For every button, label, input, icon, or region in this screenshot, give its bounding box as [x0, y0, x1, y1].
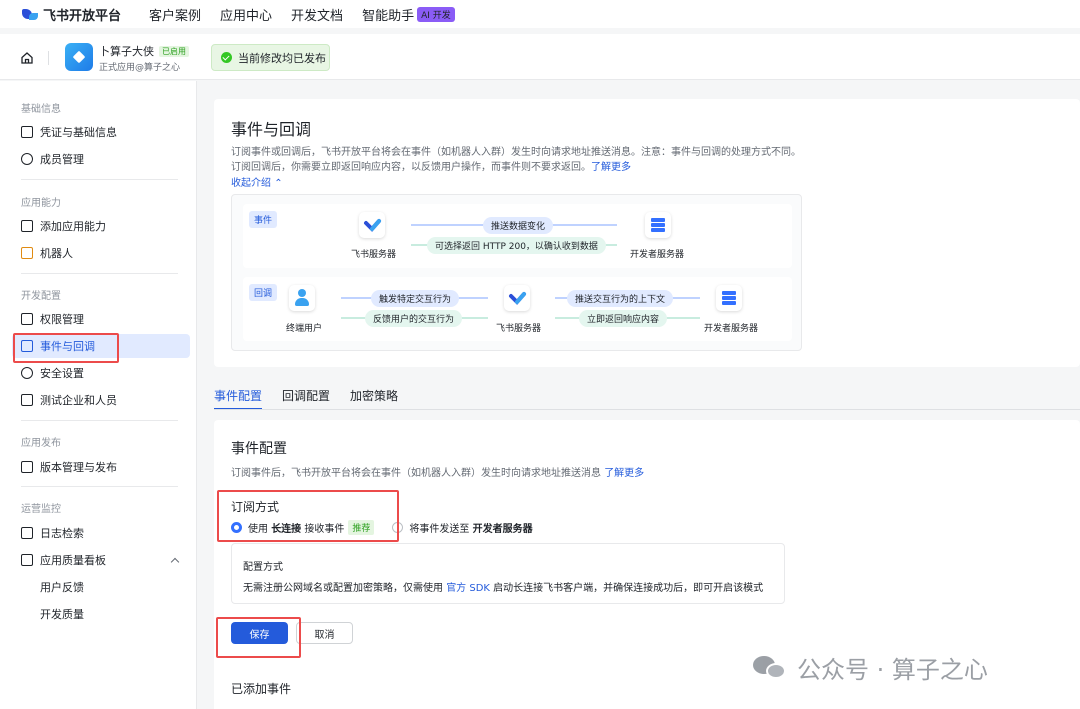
tab-encryption[interactable]: 加密策略: [350, 378, 398, 410]
http-200-label: 可选择返回 HTTP 200，以确认收到数据: [427, 237, 606, 254]
sidebar-item-permissions[interactable]: 权限管理: [12, 307, 190, 331]
user-icon: [21, 153, 33, 165]
divider: [48, 51, 49, 65]
app-icon: [65, 43, 93, 71]
ai-badge: AI 开发: [417, 6, 455, 22]
group-title-release: 应用发布: [21, 438, 61, 449]
sidebar-item-add-capability[interactable]: 添加应用能力: [12, 214, 190, 238]
tabs-divider: [214, 409, 1080, 410]
home-icon[interactable]: [20, 51, 34, 65]
platform-logo[interactable]: 飞书开放平台: [22, 5, 121, 24]
grid-icon: [21, 220, 33, 232]
sidebar-item-security[interactable]: 安全设置: [12, 361, 190, 385]
sidebar-item-members[interactable]: 成员管理: [12, 147, 190, 171]
learn-more-link[interactable]: 了解更多: [604, 468, 644, 479]
sidebar-item-credentials[interactable]: 凭证与基础信息: [12, 120, 190, 144]
status-badge: 已启用: [159, 46, 189, 57]
dev-server-label: 开发者服务器: [704, 324, 759, 334]
event-lane: 事件 飞书服务器 推送数据变化 可选择返回 HTTP 200，以确认收到数据 开…: [243, 204, 792, 268]
cancel-button[interactable]: 取消: [296, 622, 353, 644]
group-title-dev-config: 开发配置: [21, 291, 61, 302]
bar-chart-icon: [21, 554, 33, 566]
app-name: 卜算子大侠 已启用: [99, 43, 189, 59]
sidebar-item-dev-quality[interactable]: 开发质量: [12, 602, 190, 626]
config-tabs: 事件配置 回调配置 加密策略: [214, 378, 398, 410]
added-events-title: 已添加事件: [231, 682, 292, 696]
trigger-label: 触发特定交互行为: [371, 290, 460, 307]
code-icon: [21, 394, 33, 406]
learn-more-link[interactable]: 了解更多: [591, 162, 631, 173]
lark-server-icon: [359, 212, 385, 238]
divider: [21, 273, 178, 274]
wechat-icon: [753, 654, 789, 682]
flow-diagram: 事件 飞书服务器 推送数据变化 可选择返回 HTTP 200，以确认收到数据 开…: [231, 194, 802, 351]
group-title-monitoring: 运营监控: [21, 504, 61, 515]
sidebar-item-versions[interactable]: 版本管理与发布: [12, 455, 190, 479]
group-title-capabilities: 应用能力: [21, 198, 61, 209]
sidebar-item-bot[interactable]: 机器人: [12, 241, 190, 265]
feedback-label: 反馈用户的交互行为: [365, 310, 463, 327]
intro-desc: 订阅事件或回调后，飞书开放平台将会在事件（如机器人入群）发生时向请求地址推送消息…: [231, 147, 801, 158]
publish-status: 当前修改均已发布: [211, 44, 330, 71]
group-title-basic: 基础信息: [21, 104, 61, 115]
event-tag: 事件: [249, 211, 278, 228]
section-desc: 订阅事件后，飞书开放平台将会在事件（如机器人入群）发生时向请求地址推送消息 了解…: [231, 468, 645, 479]
highlight-box: [216, 617, 301, 658]
app-subtitle: 正式应用@算子之心: [99, 63, 181, 73]
upload-icon: [21, 461, 33, 473]
config-mode-text: 无需注册公网域名或配置加密策略，仅需使用 官方 SDK 启动长连接飞书客户端，并…: [243, 583, 764, 594]
id-card-icon: [21, 126, 33, 138]
push-context-label: 推送交互行为的上下文: [567, 290, 674, 307]
sidebar: 基础信息 凭证与基础信息 成员管理 应用能力 添加应用能力 机器人 开发配置 权…: [0, 81, 197, 709]
section-title: 事件配置: [231, 441, 287, 457]
check-circle-icon: [221, 52, 232, 63]
app-header: 卜算子大侠 已启用 正式应用@算子之心 当前修改均已发布: [0, 34, 1080, 80]
divider: [21, 179, 178, 180]
official-sdk-link[interactable]: 官方 SDK: [446, 583, 490, 594]
robot-icon: [21, 247, 33, 259]
sidebar-item-quality-board[interactable]: 应用质量看板: [12, 548, 190, 572]
dev-server-label: 开发者服务器: [630, 250, 685, 260]
end-user-icon: [289, 285, 315, 311]
divider: [21, 420, 178, 421]
lark-server-label: 飞书服务器: [351, 250, 397, 260]
log-icon: [21, 527, 33, 539]
sidebar-item-user-feedback[interactable]: 用户反馈: [12, 575, 190, 599]
nav-customer-cases[interactable]: 客户案例: [149, 5, 201, 24]
config-mode-box: 配置方式 无需注册公网域名或配置加密策略，仅需使用 官方 SDK 启动长连接飞书…: [231, 543, 785, 604]
chevron-up-icon[interactable]: [170, 557, 180, 566]
lock-icon: [21, 313, 33, 325]
sidebar-item-log-search[interactable]: 日志检索: [12, 521, 190, 545]
chevron-up-icon: ⌃: [274, 178, 283, 189]
lark-logo-icon: [22, 7, 38, 21]
watermark: 公众号 · 算子之心: [753, 650, 988, 685]
config-mode-title: 配置方式: [243, 562, 283, 573]
nav-dev-docs[interactable]: 开发文档: [291, 5, 343, 24]
callback-tag: 回调: [249, 284, 278, 301]
reply-now-label: 立即返回响应内容: [579, 310, 668, 327]
highlight-box: [13, 333, 119, 363]
intro-card: 事件与回调 订阅事件或回调后，飞书开放平台将会在事件（如机器人入群）发生时向请求…: [214, 99, 1080, 367]
intro-desc-2: 订阅回调后，你需要立即返回响应内容，以反馈用户操作，而事件则不要求返回。了解更多: [231, 162, 631, 173]
shield-icon: [21, 367, 33, 379]
page-title: 事件与回调: [231, 120, 312, 139]
nav-smart-assistant[interactable]: 智能助手 AI 开发: [362, 5, 455, 24]
tab-event-config[interactable]: 事件配置: [214, 378, 263, 410]
divider: [21, 486, 178, 487]
top-nav: 飞书开放平台 客户案例 应用中心 开发文档 智能助手 AI 开发: [0, 0, 1080, 28]
nav-app-center[interactable]: 应用中心: [220, 5, 272, 24]
lark-server-label: 飞书服务器: [496, 324, 542, 334]
push-data-label: 推送数据变化: [483, 217, 554, 234]
sidebar-item-test-tenants[interactable]: 测试企业和人员: [12, 388, 190, 412]
lark-server-icon: [504, 285, 530, 311]
collapse-intro-button[interactable]: 收起介绍 ⌃: [231, 174, 283, 189]
tab-callback-config[interactable]: 回调配置: [282, 378, 330, 410]
end-user-label: 终端用户: [286, 324, 323, 334]
dev-server-icon: [645, 212, 671, 238]
callback-lane: 回调 终端用户 触发特定交互行为 反馈用户的交互行为 飞书服务器 推送交互行为的…: [243, 277, 792, 341]
highlight-box: [217, 490, 399, 542]
dev-server-icon: [716, 285, 742, 311]
